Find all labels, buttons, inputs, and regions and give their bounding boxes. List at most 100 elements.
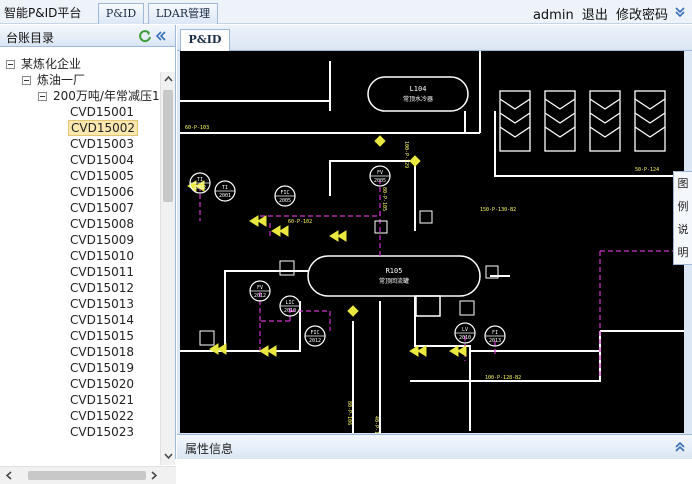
vessel-tag: L104 [410, 85, 427, 93]
tree-node-plant[interactable]: 炼油一厂 [22, 72, 85, 88]
instrument-bubble[interactable]: TI 2001 [214, 180, 236, 202]
tree-leaf[interactable]: CVD15004 [68, 152, 136, 168]
instrument-bubble[interactable]: LIC 2010 [279, 295, 301, 317]
pid-drawing[interactable]: L104 常顶水冷器 R105 常顶回流罐 TI2001 FIC2005FV20… [180, 51, 684, 433]
tree-leaf[interactable]: CVD15012 [68, 280, 136, 296]
tree-leaf[interactable]: CVD15007 [68, 200, 136, 216]
scroll-thumb[interactable] [28, 471, 146, 480]
instrument-number: 2010 [459, 335, 471, 341]
tree-leaf-label[interactable]: CVD15013 [68, 297, 136, 311]
scroll-right-icon[interactable] [146, 468, 161, 483]
instrument-bubble[interactable]: FV 2005 [369, 165, 391, 187]
instrument-number: 2012 [254, 293, 266, 299]
tree-leaf-label[interactable]: CVD15007 [68, 201, 136, 215]
tree-node-company[interactable]: 某炼化企业 [6, 56, 81, 72]
pid-drawing-canvas[interactable]: L104 常顶水冷器 R105 常顶回流罐 TI 2001 FIC 2005 F… [180, 51, 684, 433]
tree-leaf[interactable]: CVD15014 [68, 312, 136, 328]
tab-ldar[interactable]: LDAR管理 [148, 3, 218, 24]
tree-leaf[interactable]: CVD15009 [68, 232, 136, 248]
tree-leaf-label[interactable]: CVD15004 [68, 153, 136, 167]
tree-leaf-label[interactable]: CVD15022 [68, 409, 136, 423]
instrument-tag: LV [462, 327, 468, 333]
instrument-number: 2005 [374, 178, 386, 184]
change-password-link[interactable]: 修改密码 [616, 8, 668, 23]
tree-leaf[interactable]: CVD15008 [68, 216, 136, 232]
tree-vertical-scrollbar[interactable] [160, 72, 175, 465]
tree-leaf[interactable]: CVD15023 [68, 424, 136, 440]
line-label: 80-P-106 [346, 401, 352, 425]
tree-leaf[interactable]: CVD15006 [68, 184, 136, 200]
scroll-thumb[interactable] [163, 90, 173, 202]
instrument-tag: TI [197, 177, 203, 183]
instrument-bubble[interactable]: FI 2013 [484, 325, 506, 347]
tree-horizontal-scrollbar[interactable] [0, 466, 176, 484]
ledger-tree: 某炼化企业 炼油一厂 200万吨/年常减压1 CVD15001 CVD15002 C… [0, 48, 160, 441]
instrument-bubble[interactable]: FIC 2005 [274, 185, 296, 207]
collapse-icon[interactable] [22, 76, 31, 85]
tree-leaf[interactable]: CVD15001 [68, 104, 136, 120]
instrument-bubble[interactable]: LV 2010 [454, 322, 476, 344]
username: admin [532, 8, 574, 23]
tree-leaf-label[interactable]: CVD15001 [68, 105, 136, 119]
vessel-tag: R105 [386, 267, 403, 275]
collapse-icon[interactable] [38, 92, 47, 101]
legend-char: 例 [677, 200, 689, 213]
chevron-double-left-icon[interactable] [155, 30, 167, 42]
vessel-top[interactable]: L104 常顶水冷器 [367, 76, 469, 112]
tree-leaf[interactable]: CVD15010 [68, 248, 136, 264]
tree-leaf[interactable]: CVD15020 [68, 376, 136, 392]
refresh-icon[interactable] [138, 29, 152, 43]
line-label: 150-P-130-B2 [480, 207, 516, 213]
tree-leaf-label[interactable]: CVD15005 [68, 169, 136, 183]
tree-leaf-label[interactable]: CVD15006 [68, 185, 136, 199]
logout-link[interactable]: 退出 [582, 8, 608, 23]
tab-pid[interactable]: P&ID [98, 3, 144, 24]
tree-leaf[interactable]: CVD15021 [68, 392, 136, 408]
tree-leaf-label[interactable]: CVD15021 [68, 393, 136, 407]
properties-panel-header[interactable]: 属性信息 [177, 434, 692, 459]
tree-leaf-label[interactable]: CVD15015 [68, 329, 136, 343]
instrument-number: 2001 [219, 193, 231, 199]
tree-leaf[interactable]: CVD15019 [68, 360, 136, 376]
tree-leaf-label[interactable]: CVD15008 [68, 217, 136, 231]
tree-leaf[interactable]: CVD15003 [68, 136, 136, 152]
instrument-bubble[interactable]: FV 2012 [249, 280, 271, 302]
tree-leaf[interactable]: CVD15011 [68, 264, 136, 280]
junction-boxes [199, 210, 499, 346]
top-bar: 智能P&ID平台 P&ID LDAR管理 admin 退出 修改密码 [0, 0, 692, 24]
tree-leaf[interactable]: CVD15018 [68, 344, 136, 360]
line-label: 80-P-105 [381, 187, 387, 211]
scroll-left-icon[interactable] [2, 468, 17, 483]
chevron-double-up-icon[interactable] [674, 441, 686, 453]
tree-leaf[interactable]: CVD15002 [68, 120, 139, 136]
main-panel: P&ID L104 常顶水冷器 R105 常顶回流罐 TI 2001 FIC 2… [177, 25, 692, 459]
tab-pid-drawing[interactable]: P&ID [180, 29, 230, 52]
tree-leaf-label[interactable]: CVD15019 [68, 361, 136, 375]
scroll-down-icon[interactable] [161, 448, 176, 463]
instrument-bubble[interactable]: TI 2002 [189, 172, 211, 194]
tree-leaf-label[interactable]: CVD15003 [68, 137, 136, 151]
tree-leaf-label[interactable]: CVD15020 [68, 377, 136, 391]
tree-leaf-label[interactable]: CVD15009 [68, 233, 136, 247]
tree-leaf-label[interactable]: CVD15014 [68, 313, 136, 327]
instrument-tag: FIC [280, 190, 289, 196]
tree-leaf-label[interactable]: CVD15002 [68, 120, 139, 136]
tree-leaf-label[interactable]: CVD15010 [68, 249, 136, 263]
instrument-bubble[interactable]: FIC 2012 [304, 325, 326, 347]
tree-label: 炼油一厂 [37, 73, 86, 87]
legend-tab[interactable]: 图 例 说 明 [673, 171, 692, 265]
collapse-icon[interactable] [6, 60, 15, 69]
tree-leaf[interactable]: CVD15013 [68, 296, 136, 312]
tree-leaf-label[interactable]: CVD15023 [68, 425, 136, 439]
tree-leaf-label[interactable]: CVD15011 [68, 265, 136, 279]
tree-leaf[interactable]: CVD15022 [68, 408, 136, 424]
tree-leaf[interactable]: CVD15005 [68, 168, 136, 184]
tree-leaf[interactable]: CVD15015 [68, 328, 136, 344]
tree-leaf-label[interactable]: CVD15012 [68, 281, 136, 295]
chevron-double-down-icon[interactable] [674, 6, 686, 18]
control-valves[interactable] [187, 135, 467, 357]
tree-leaf-label[interactable]: CVD15018 [68, 345, 136, 359]
vessel-main[interactable]: R105 常顶回流罐 [307, 255, 481, 317]
scroll-up-icon[interactable] [161, 72, 176, 87]
tree-node-unit[interactable]: 200万吨/年常减压1 [38, 88, 160, 104]
